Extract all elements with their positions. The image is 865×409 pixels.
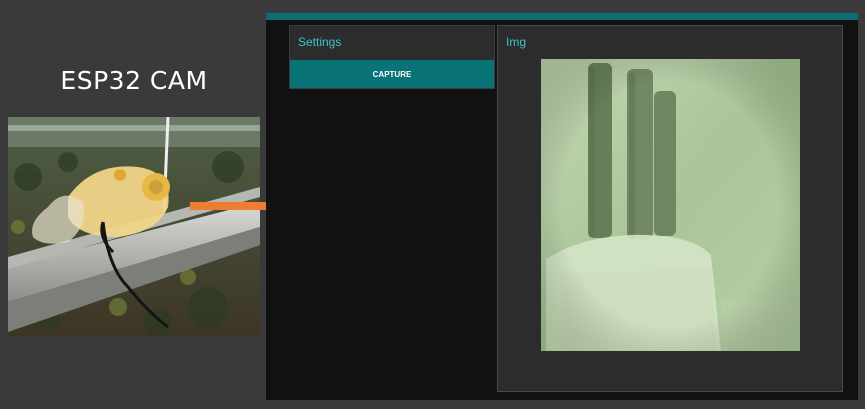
settings-title: Settings [298,35,342,49]
captured-image [541,59,800,351]
accent-bar [266,13,858,20]
image-panel-title: Img [506,35,527,49]
settings-panel: Settings CAPTURE [289,25,495,89]
web-ui-window: Settings CAPTURE Img [266,13,858,400]
image-panel: Img [497,25,843,392]
esp32-cam-photo [8,117,260,336]
device-label: ESP32 CAM [60,66,208,95]
capture-button[interactable]: CAPTURE [290,60,494,88]
